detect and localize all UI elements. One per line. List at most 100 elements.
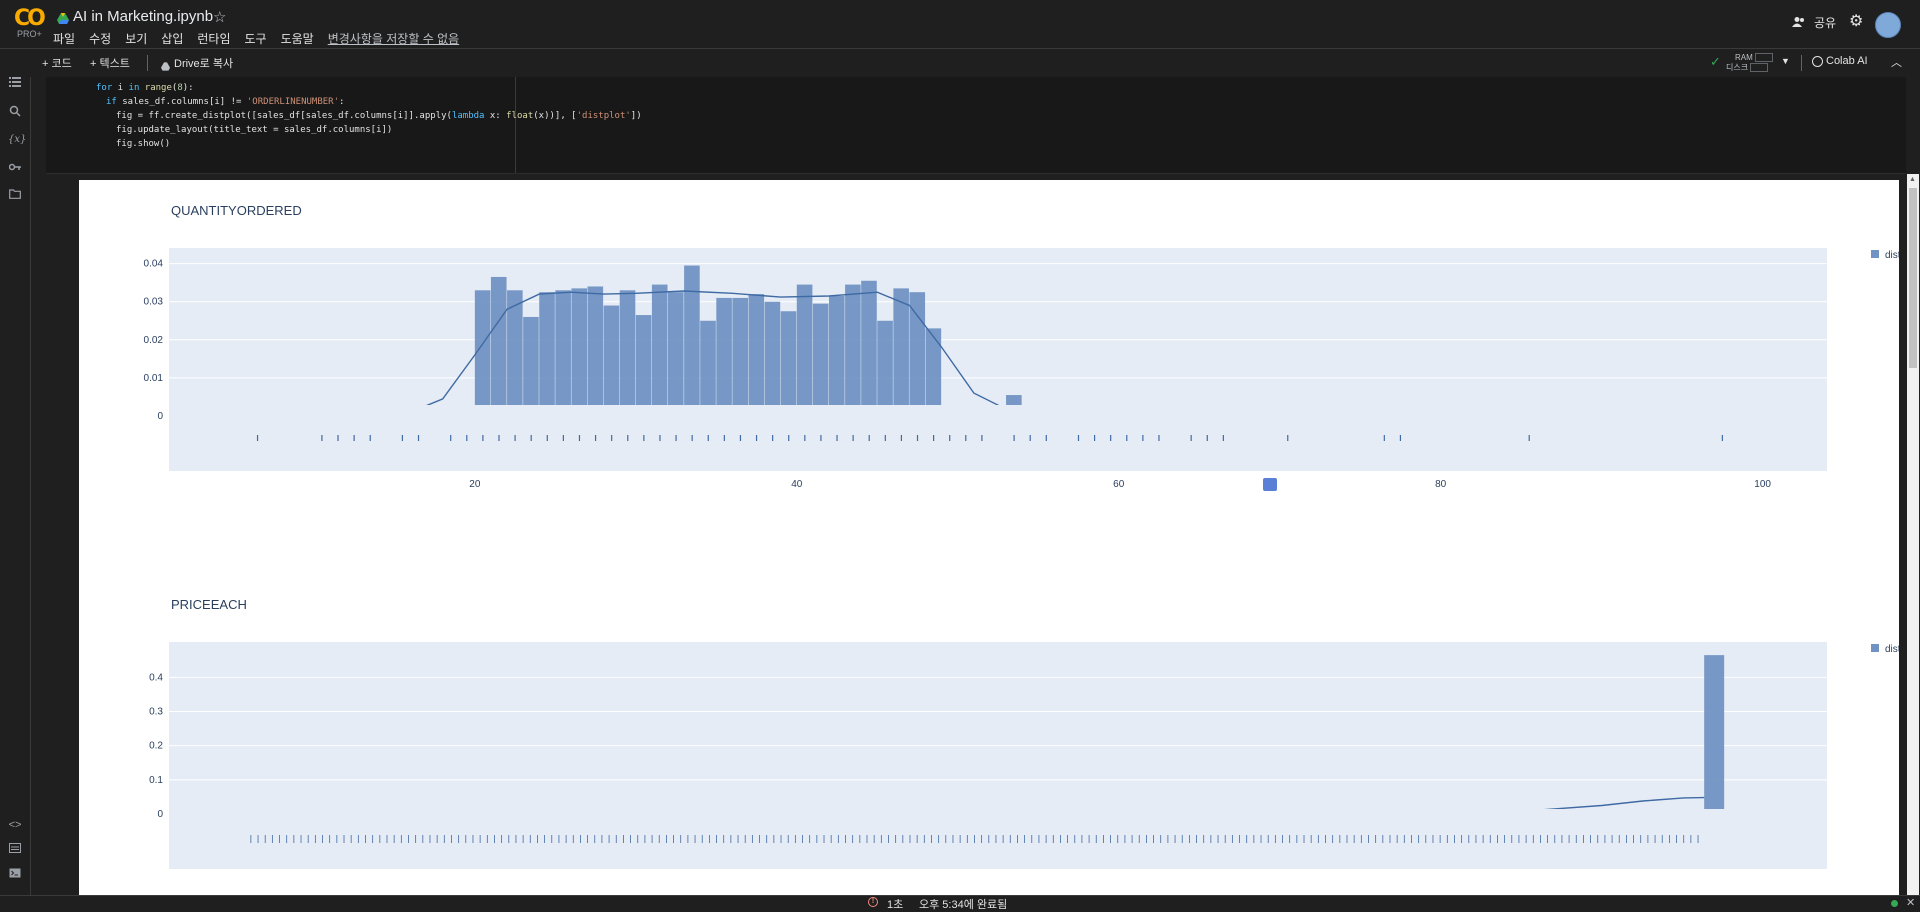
- command-palette-icon[interactable]: [8, 843, 22, 857]
- add-text-button[interactable]: + 텍스트: [90, 55, 130, 71]
- histogram-bar: [893, 288, 909, 416]
- histogram-bar: [781, 311, 797, 416]
- histogram-bar: [765, 302, 781, 416]
- search-icon[interactable]: [8, 105, 22, 119]
- close-icon[interactable]: ✕: [1906, 896, 1915, 909]
- rug-background: [169, 809, 1827, 869]
- histogram-bar: [732, 298, 748, 416]
- colab-ai-icon: [1812, 56, 1823, 67]
- translate-icon: [1263, 478, 1277, 491]
- y-tick-label: 0.02: [144, 335, 164, 346]
- histogram-bar: [684, 266, 700, 416]
- histogram-bar: [523, 317, 539, 416]
- y-tick-label: 0: [157, 411, 163, 422]
- connection-dot: [1891, 900, 1898, 907]
- histogram-bar: [1704, 655, 1724, 814]
- x-tick-label: 80: [1435, 479, 1447, 490]
- notebook-title[interactable]: AI in Marketing.ipynb: [73, 8, 213, 25]
- scroll-thumb[interactable]: [1909, 188, 1917, 368]
- drive-small-icon: [161, 58, 170, 67]
- ram-bar: [1755, 53, 1773, 62]
- table-of-contents-icon[interactable]: [8, 77, 22, 91]
- menu-runtime[interactable]: 런타임: [197, 30, 230, 47]
- legend-swatch: [1871, 644, 1879, 652]
- histogram-bar: [555, 290, 571, 416]
- x-tick-label: 40: [791, 479, 803, 490]
- menu-edit[interactable]: 수정: [89, 30, 111, 47]
- colab-ai-button[interactable]: Colab AI: [1826, 55, 1868, 67]
- app-header: CO PRO+ AI in Marketing.ipynb ☆ 파일 수정 보기…: [0, 0, 1920, 48]
- output-scrollbar[interactable]: ▲: [1907, 174, 1919, 895]
- y-tick-label: 0.3: [149, 707, 163, 718]
- avatar[interactable]: [1875, 12, 1901, 38]
- menu-insert[interactable]: 삽입: [161, 30, 183, 47]
- menu-bar: 파일 수정 보기 삽입 런타임 도구 도움말 변경사항을 저장할 수 없음: [53, 30, 473, 47]
- code-cell[interactable]: for i in range(8): if sales_df.columns[i…: [46, 77, 1906, 174]
- gear-icon[interactable]: ⚙: [1849, 14, 1863, 30]
- ram-label: RAM: [1735, 53, 1753, 62]
- histogram-bar: [813, 304, 829, 416]
- drive-icon: [57, 11, 69, 22]
- histogram-bar: [636, 315, 652, 416]
- scroll-up-arrow[interactable]: ▲: [1909, 176, 1916, 183]
- histogram-bar: [797, 285, 813, 416]
- histogram-bar: [861, 281, 877, 416]
- chevron-up-icon[interactable]: ︿: [1891, 54, 1902, 70]
- histogram-bar: [748, 294, 764, 416]
- star-icon[interactable]: ☆: [213, 8, 226, 26]
- y-tick-label: 0.1: [149, 775, 163, 786]
- colab-logo[interactable]: CO PRO+: [8, 6, 42, 42]
- histogram-bar: [620, 290, 636, 416]
- check-icon: ✓: [1710, 54, 1721, 70]
- x-tick-label: 20: [469, 479, 481, 490]
- disk-label: 디스크: [1726, 63, 1748, 72]
- share-icon[interactable]: [1792, 15, 1806, 27]
- add-code-button[interactable]: + 코드: [42, 55, 72, 71]
- key-icon[interactable]: [8, 161, 22, 175]
- plot-background: [169, 642, 1827, 822]
- unsaved-notice[interactable]: 변경사항을 저장할 수 없음: [328, 30, 459, 47]
- chart-title: PRICEEACH: [171, 597, 247, 612]
- y-tick-label: 0.01: [144, 373, 164, 384]
- menu-view[interactable]: 보기: [125, 30, 147, 47]
- menu-file[interactable]: 파일: [53, 30, 75, 47]
- legend-label: distplot: [1885, 644, 1899, 655]
- copy-to-drive-button[interactable]: Drive로 복사: [174, 55, 233, 71]
- histogram-bar: [877, 321, 893, 416]
- menu-help[interactable]: 도움말: [281, 30, 314, 47]
- code-snippets-icon[interactable]: <>: [8, 818, 22, 832]
- terminal-icon[interactable]: [8, 868, 22, 882]
- folder-icon[interactable]: [8, 189, 22, 203]
- y-tick-label: 0.2: [149, 741, 163, 752]
- menu-tools[interactable]: 도구: [245, 30, 267, 47]
- histogram-bar: [652, 285, 668, 416]
- notebook-area: for i in range(8): if sales_df.columns[i…: [31, 77, 1920, 895]
- histogram-bar: [668, 292, 684, 416]
- toolbar-divider-2: [1801, 55, 1802, 71]
- code-line-1: for i in range(8):: [96, 83, 194, 93]
- resource-monitor[interactable]: RAM 디스크: [1726, 53, 1773, 73]
- histogram-bar: [716, 298, 732, 416]
- code-line-2: if sales_df.columns[i] != 'ORDERLINENUMB…: [106, 97, 344, 107]
- toolbar-divider: [147, 55, 148, 71]
- disk-bar: [1750, 63, 1768, 72]
- histogram-bar: [588, 286, 604, 416]
- histogram-bar: [475, 290, 491, 416]
- chevron-down-icon[interactable]: ▼: [1781, 56, 1790, 66]
- variables-icon[interactable]: {x}: [8, 133, 22, 147]
- code-line-4: fig.update_layout(title_text = sales_df.…: [116, 125, 392, 135]
- y-tick-label: 0.4: [149, 672, 163, 683]
- legend-label: distplot: [1885, 250, 1899, 261]
- x-tick-label: 100: [1754, 479, 1771, 490]
- histogram-bar: [845, 285, 861, 416]
- x-tick-label: 60: [1113, 479, 1125, 490]
- left-sidebar: {x} <>: [0, 77, 31, 895]
- y-tick-label: 0.04: [144, 259, 164, 270]
- code-ruler: [515, 77, 516, 173]
- plots-svg: QUANTITYORDERED00.010.020.030.04distplot…: [79, 180, 1899, 895]
- histogram-bar: [604, 306, 620, 416]
- rug-background: [169, 405, 1827, 471]
- legend-swatch: [1871, 250, 1879, 258]
- histogram-bar: [926, 328, 942, 416]
- share-button[interactable]: 공유: [1814, 14, 1836, 31]
